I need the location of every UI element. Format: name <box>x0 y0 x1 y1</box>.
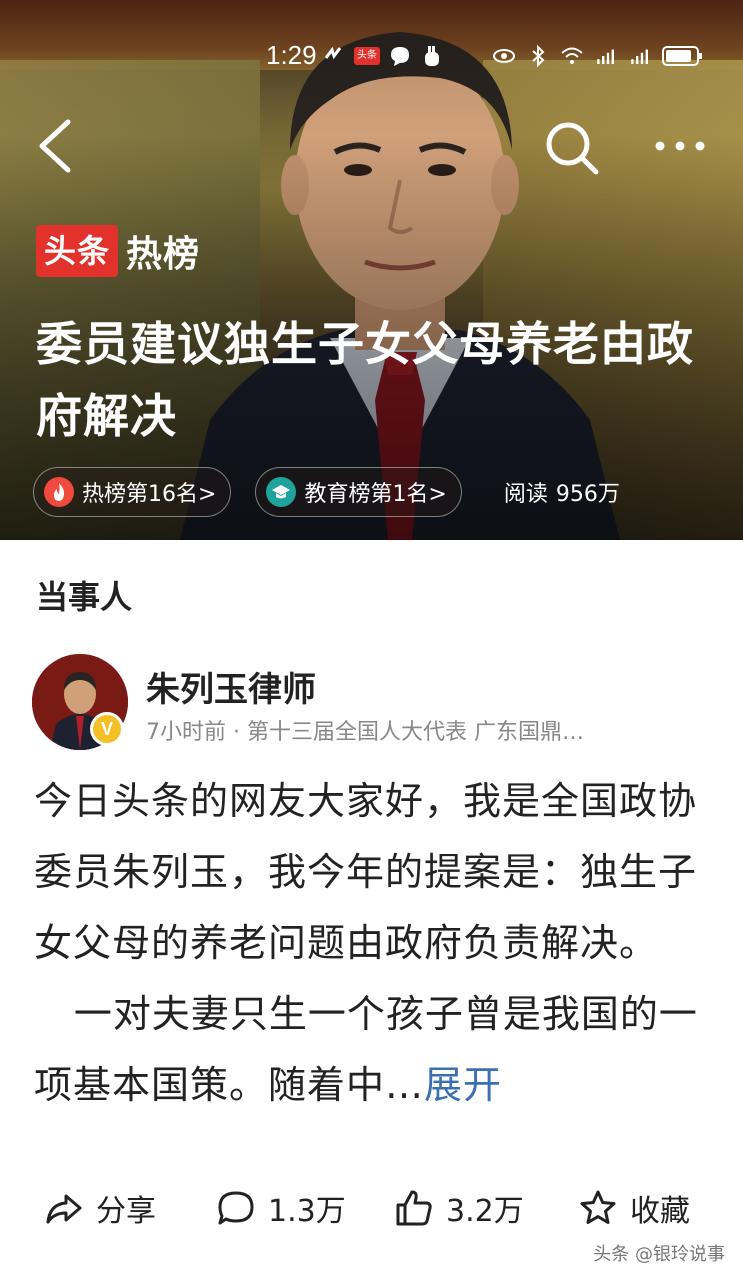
article-paragraph-2-text: 一对夫妻只生一个孩子曾是我国的一项基本国策。随着中… <box>34 992 698 1107</box>
read-label: 阅读 <box>503 482 548 507</box>
graduation-cap-icon <box>266 477 297 507</box>
thumbs-up-icon <box>396 1190 432 1226</box>
expand-link[interactable]: 展开 <box>424 1063 502 1107</box>
comment-count: 1.3万 <box>268 1194 346 1229</box>
rebang-label: 热榜 <box>126 234 201 275</box>
article-body: 今日头条的网友大家好，我是全国政协委员朱列玉，我今年的提案是：独生子女父母的养老… <box>34 766 714 1121</box>
star-icon <box>580 1190 616 1224</box>
battery-icon <box>662 46 702 66</box>
education-rank-label: 教育榜第1名> <box>304 482 447 507</box>
hot-rank-label: 热榜第16名> <box>82 482 217 507</box>
section-title: 当事人 <box>36 578 133 616</box>
rank-pills: 热榜第16名> 教育榜第1名> 阅读 956万 <box>33 466 620 518</box>
share-label: 分享 <box>96 1194 156 1229</box>
back-icon[interactable] <box>30 116 78 176</box>
article-paragraph-1: 今日头条的网友大家好，我是全国政协委员朱列玉，我今年的提案是：独生子女父母的养老… <box>34 779 698 965</box>
status-bar: 1:29 头条 <box>0 40 743 76</box>
signal-icon <box>631 49 648 64</box>
author-row: V 朱列玉律师 7小时前 · 第十三届全国人大代表 广东国鼎… <box>32 654 712 754</box>
fire-icon <box>44 477 74 507</box>
hot-list-brand: 头条 热榜 <box>36 224 200 278</box>
article-paragraph-2: 一对夫妻只生一个孩子曾是我国的一项基本国策。随着中…展开 <box>34 979 714 1121</box>
share-button[interactable]: 分享 <box>44 1186 156 1230</box>
page-title: 委员建议独生子女父母养老由政府解决 <box>36 317 694 443</box>
more-icon[interactable] <box>650 124 710 168</box>
share-icon <box>46 1194 82 1224</box>
read-value: 956万 <box>555 482 620 507</box>
favorite-button[interactable]: 收藏 <box>578 1186 690 1230</box>
status-left-icons: 头条 <box>322 44 444 68</box>
toutiao-logo: 头条 <box>36 225 119 277</box>
comment-icon <box>218 1191 254 1225</box>
like-count: 3.2万 <box>446 1194 524 1229</box>
signal-5g-icon <box>597 49 614 64</box>
hot-rank-pill[interactable]: 热榜第16名> <box>33 467 232 517</box>
action-bar: 分享 1.3万 3.2万 收藏 <box>40 1180 720 1236</box>
favorite-label: 收藏 <box>630 1194 690 1229</box>
author-meta: 7小时前 · 第十三届全国人大代表 广东国鼎… <box>146 720 584 745</box>
wifi-icon <box>561 47 583 64</box>
watermark: 头条 @银玲说事 <box>593 1244 725 1265</box>
comment-button[interactable]: 1.3万 <box>216 1186 346 1230</box>
bluetooth-icon <box>532 44 545 68</box>
verified-badge-icon: V <box>90 712 124 746</box>
author-name[interactable]: 朱列玉律师 <box>146 662 316 711</box>
search-icon[interactable] <box>542 118 602 178</box>
hand-icon <box>425 46 439 66</box>
sync-icon <box>324 46 342 60</box>
read-count: 阅读 956万 <box>504 476 620 508</box>
like-button[interactable]: 3.2万 <box>394 1186 524 1230</box>
status-time: 1:29 <box>266 40 317 70</box>
message-icon <box>391 47 409 66</box>
toutiao-notify-icon: 头条 <box>354 47 380 65</box>
eye-icon <box>493 49 515 63</box>
education-rank-pill[interactable]: 教育榜第1名> <box>255 467 462 517</box>
status-right-icons <box>492 44 704 68</box>
